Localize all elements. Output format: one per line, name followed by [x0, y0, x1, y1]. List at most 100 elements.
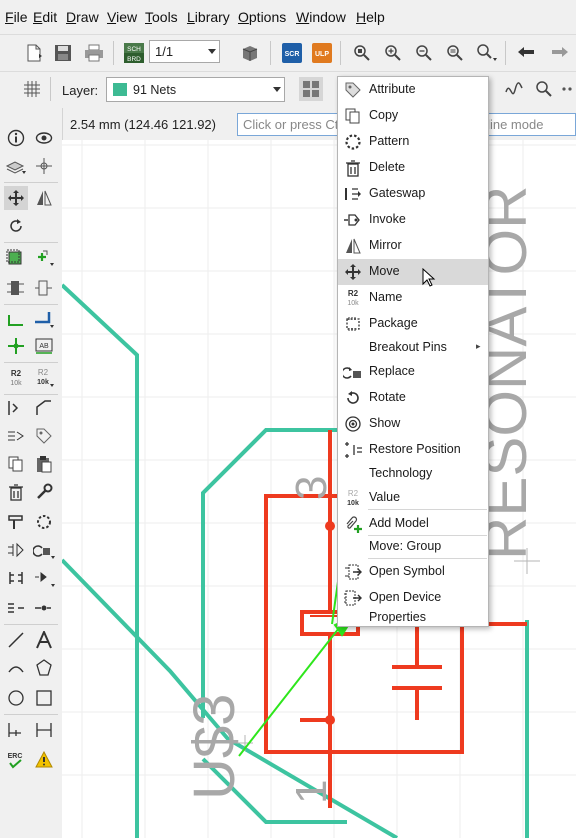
menu-item-delete[interactable]: Delete [338, 155, 488, 181]
smash-button[interactable] [4, 276, 28, 300]
menu-item-mirror[interactable]: Mirror [338, 233, 488, 259]
redo-button[interactable] [548, 41, 572, 65]
split-wire-button[interactable] [4, 424, 28, 448]
route-button[interactable] [4, 596, 28, 620]
menu-item-breakout-pins[interactable]: Breakout Pins ▸ [338, 337, 488, 359]
menu-item-value[interactable]: R2 10k Value [338, 485, 488, 511]
menu-library[interactable]: Library [187, 9, 230, 25]
options-button[interactable] [32, 596, 56, 620]
line-tool-button[interactable] [4, 628, 28, 652]
menu-item-copy[interactable]: Copy [338, 103, 488, 129]
scr-text: SCR [285, 51, 300, 58]
menu-file[interactable]: File [5, 9, 28, 25]
menu-item-name[interactable]: R2 10k Name [338, 285, 488, 311]
group-button[interactable] [4, 246, 28, 270]
menu-item-open-symbol[interactable]: Open Symbol [338, 559, 488, 585]
errors-button[interactable] [32, 748, 56, 772]
zoom-redraw-button[interactable] [443, 41, 467, 65]
search-button[interactable] [532, 77, 556, 101]
delete-tool-button[interactable] [4, 480, 28, 504]
dimension-button[interactable] [4, 718, 28, 742]
split-button[interactable] [32, 276, 56, 300]
save-button[interactable] [51, 41, 75, 65]
replace-part-button[interactable] [32, 538, 56, 562]
polygon-icon [36, 659, 52, 676]
more-button[interactable] [556, 77, 576, 101]
erc-button[interactable]: ERC [4, 748, 28, 772]
menu-tools[interactable]: Tools [145, 9, 178, 25]
wire-button[interactable] [4, 308, 28, 332]
new-file-button[interactable] [22, 41, 46, 65]
schematic-canvas[interactable]: U$3 3 1 RESONATOR [62, 140, 576, 838]
arc-tool-button[interactable] [4, 656, 28, 680]
rect-tool-button[interactable] [32, 686, 56, 710]
value-tool-button[interactable]: R2 10k [32, 366, 56, 390]
sch-brd-switch-button[interactable]: SCH BRD [122, 41, 146, 65]
copy-tool-button[interactable] [4, 452, 28, 476]
attribute-tool-button[interactable] [32, 424, 56, 448]
miter-button[interactable] [32, 396, 56, 420]
menu-item-replace[interactable]: Replace [338, 359, 488, 385]
menu-item-pattern[interactable]: Pattern [338, 129, 488, 155]
menu-item-add-model[interactable]: Add Model [338, 511, 488, 537]
menu-draw[interactable]: Draw [66, 9, 99, 25]
mirror-tool-button[interactable] [32, 186, 56, 210]
zoom-in-button[interactable] [381, 41, 405, 65]
show-button[interactable] [32, 126, 56, 150]
replace-tool-button[interactable] [4, 510, 28, 534]
menu-edit[interactable]: Edit [33, 9, 57, 25]
zoom-select-button[interactable] [475, 41, 499, 65]
cam-processor-button[interactable] [238, 41, 262, 65]
invoke-tool-button[interactable] [4, 396, 28, 420]
sheet-select[interactable]: 1/1 [149, 40, 220, 63]
menu-item-properties[interactable]: Properties [338, 607, 488, 627]
run-script-button[interactable]: SCR [280, 41, 304, 65]
mark-button[interactable] [32, 154, 56, 178]
pattern-tool-button[interactable] [32, 510, 56, 534]
label-button[interactable]: AB [32, 334, 56, 358]
measure-button[interactable] [32, 718, 56, 742]
menu-options[interactable]: Options [238, 9, 286, 25]
gateswap-tool-button[interactable] [4, 538, 28, 562]
text-tool-button[interactable] [32, 628, 56, 652]
run-ulp-button[interactable]: ULP [310, 41, 334, 65]
menu-item-show[interactable]: Show [338, 411, 488, 437]
menu-item-invoke[interactable]: Invoke [338, 207, 488, 233]
menu-item-attribute[interactable]: Attribute [338, 77, 488, 103]
add-button[interactable] [32, 246, 56, 270]
junction-button[interactable] [4, 334, 28, 358]
menu-item-gateswap[interactable]: Gateswap [338, 181, 488, 207]
style-button[interactable] [299, 77, 323, 101]
wire-bend-button[interactable] [502, 77, 526, 101]
menu-window[interactable]: Window [296, 9, 346, 25]
name-icon: R210k [10, 369, 22, 387]
grid-button[interactable] [20, 77, 44, 101]
paste-button[interactable] [32, 452, 56, 476]
zoom-to-fit-button[interactable] [350, 41, 374, 65]
menu-item-move-group[interactable]: Move: Group [338, 535, 488, 557]
pin-invoke-button[interactable] [32, 566, 56, 590]
change-button[interactable] [32, 480, 56, 504]
toolbar-separator [505, 41, 506, 65]
rotate-tool-button[interactable] [4, 214, 28, 238]
zoom-out-button[interactable] [412, 41, 436, 65]
circle-tool-button[interactable] [4, 686, 28, 710]
menu-help[interactable]: Help [356, 9, 385, 25]
name-tool-button[interactable]: R2 10k [4, 366, 28, 390]
menu-item-move[interactable]: Move [338, 259, 488, 287]
info-button[interactable] [4, 126, 28, 150]
print-button[interactable] [82, 41, 106, 65]
layer-select[interactable]: 91 Nets [106, 77, 285, 102]
pinswap-button[interactable] [4, 566, 28, 590]
display-layers-button[interactable] [4, 154, 28, 178]
polygon-tool-button[interactable] [32, 656, 56, 680]
bus-button[interactable] [32, 308, 56, 332]
menu-item-rotate[interactable]: Rotate [338, 385, 488, 411]
menu-tools-label: ools [152, 9, 178, 25]
menu-item-restore-position[interactable]: Restore Position [338, 437, 488, 463]
undo-button[interactable] [514, 41, 538, 65]
menu-view[interactable]: View [107, 9, 137, 25]
menu-item-package[interactable]: Package [338, 311, 488, 337]
menu-item-technology[interactable]: Technology [338, 463, 488, 485]
move-tool-button[interactable] [4, 186, 28, 210]
